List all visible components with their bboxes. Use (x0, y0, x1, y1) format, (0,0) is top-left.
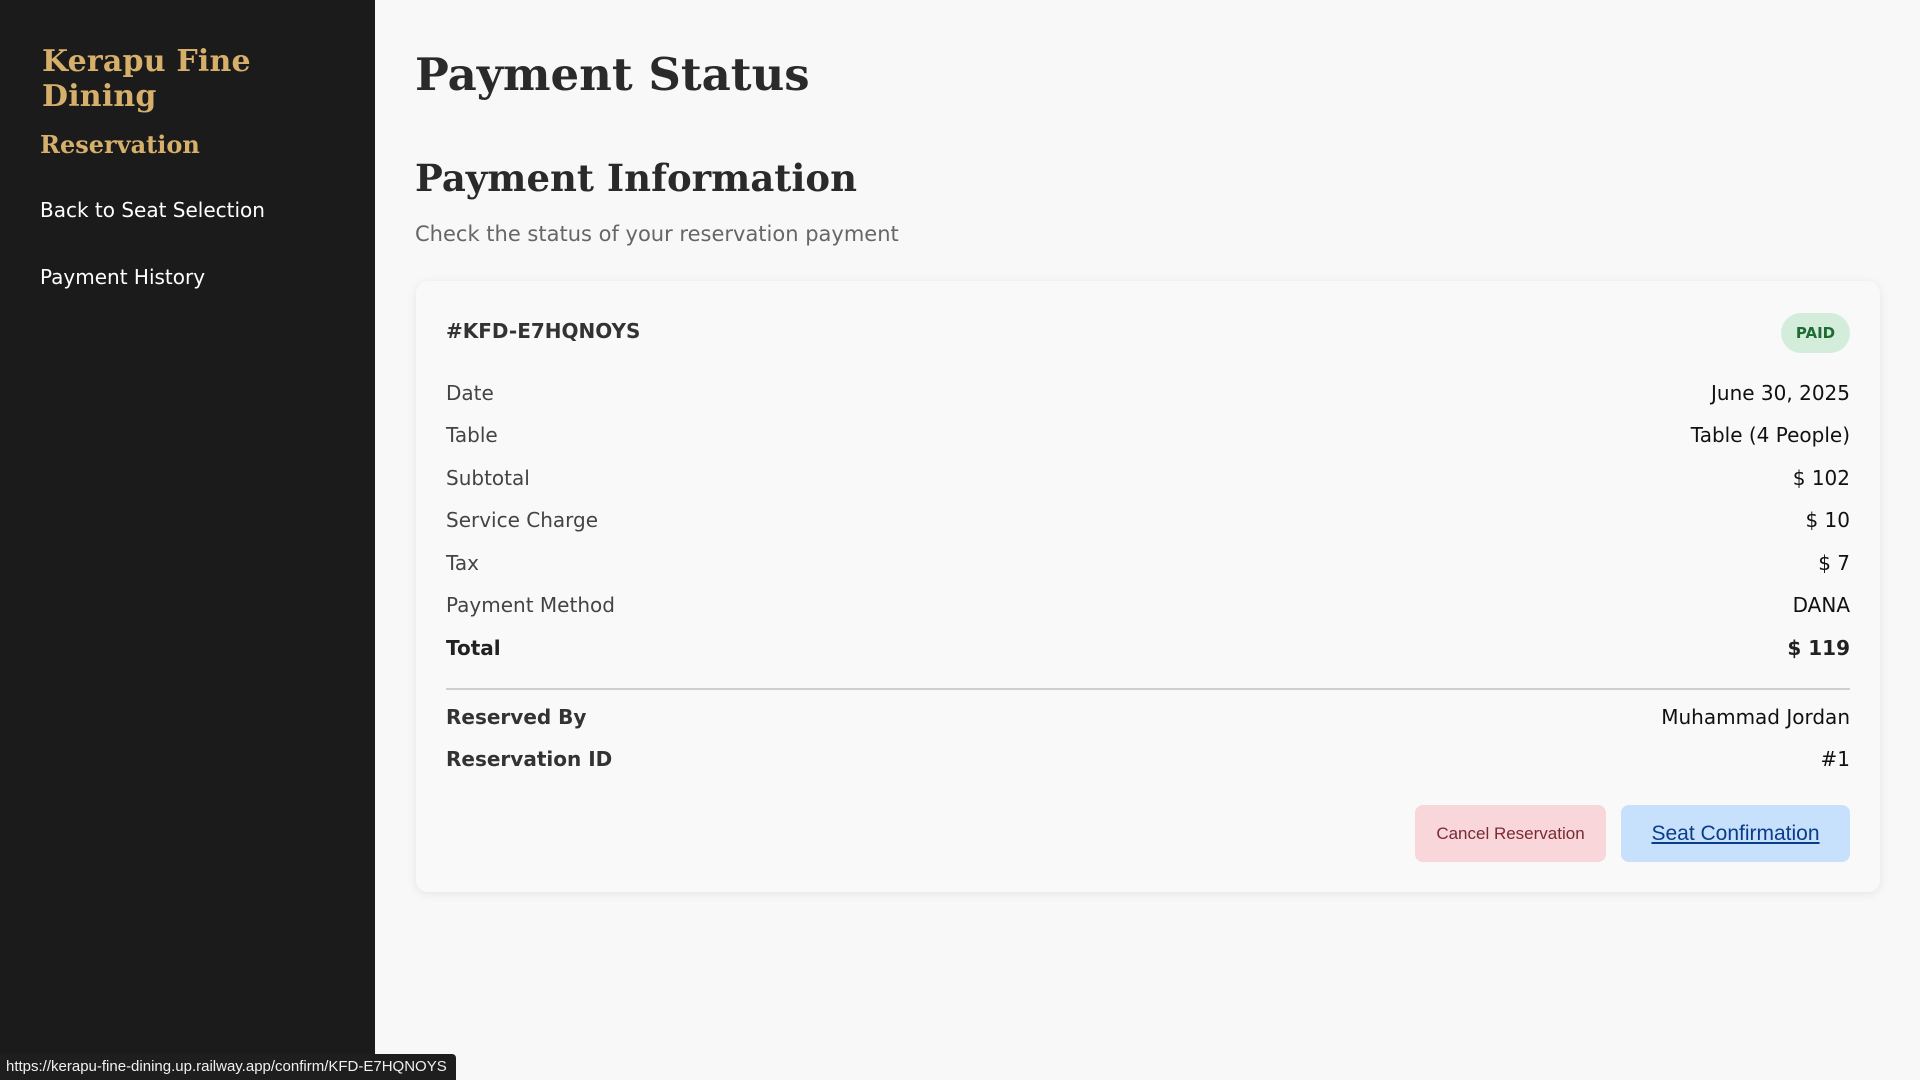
page-title: Payment Status (415, 48, 810, 101)
detail-value: DANA (1792, 593, 1850, 617)
detail-value: $ 102 (1792, 466, 1850, 490)
detail-label: Payment Method (446, 593, 615, 617)
link-preview-statusbar: https://kerapu-fine-dining.up.railway.ap… (0, 1054, 456, 1080)
detail-label: Table (446, 423, 498, 447)
section-title: Payment Information (415, 156, 858, 200)
detail-value: #1 (1820, 747, 1850, 771)
detail-value: Muhammad Jordan (1661, 705, 1850, 729)
detail-value: June 30, 2025 (1711, 381, 1850, 405)
detail-label: Subtotal (446, 466, 530, 490)
brand-logo-text[interactable]: Kerapu Fine Dining (42, 44, 375, 114)
detail-value: $ 7 (1818, 551, 1850, 575)
detail-row-payment-method: Payment Method DANA (446, 590, 1850, 620)
payment-card: #KFD-E7HQNOYS PAID Date June 30, 2025 Ta… (416, 281, 1880, 892)
detail-row-subtotal: Subtotal $ 102 (446, 463, 1850, 493)
detail-value: Table (4 People) (1690, 423, 1850, 447)
detail-label: Tax (446, 551, 479, 575)
detail-row-service-charge: Service Charge $ 10 (446, 505, 1850, 535)
detail-row-reservation-id: Reservation ID #1 (446, 744, 1850, 774)
sidebar: Kerapu Fine Dining Reservation Back to S… (0, 0, 375, 1080)
divider (446, 688, 1850, 690)
detail-value: $ 10 (1805, 508, 1850, 532)
detail-row-tax: Tax $ 7 (446, 548, 1850, 578)
seat-confirmation-button[interactable]: Seat Confirmation (1621, 805, 1850, 862)
detail-value: $ 119 (1787, 636, 1850, 660)
detail-row-date: Date June 30, 2025 (446, 378, 1850, 408)
detail-row-table: Table Table (4 People) (446, 420, 1850, 450)
detail-label: Reserved By (446, 705, 587, 729)
section-subtitle: Check the status of your reservation pay… (415, 222, 899, 246)
detail-row-reserved-by: Reserved By Muhammad Jordan (446, 702, 1850, 732)
cancel-reservation-button[interactable]: Cancel Reservation (1415, 805, 1606, 862)
sidebar-item-payment-history[interactable]: Payment History (40, 265, 205, 289)
sidebar-item-back-to-seat-selection[interactable]: Back to Seat Selection (40, 198, 265, 222)
main-content: Payment Status Payment Information Check… (375, 0, 1920, 1080)
sidebar-heading-reservation: Reservation (40, 130, 200, 159)
detail-row-total: Total $ 119 (446, 633, 1850, 663)
status-badge: PAID (1781, 313, 1850, 353)
order-id: #KFD-E7HQNOYS (446, 319, 641, 343)
detail-label: Total (446, 636, 501, 660)
detail-label: Service Charge (446, 508, 599, 532)
detail-label: Date (446, 381, 494, 405)
detail-label: Reservation ID (446, 747, 613, 771)
